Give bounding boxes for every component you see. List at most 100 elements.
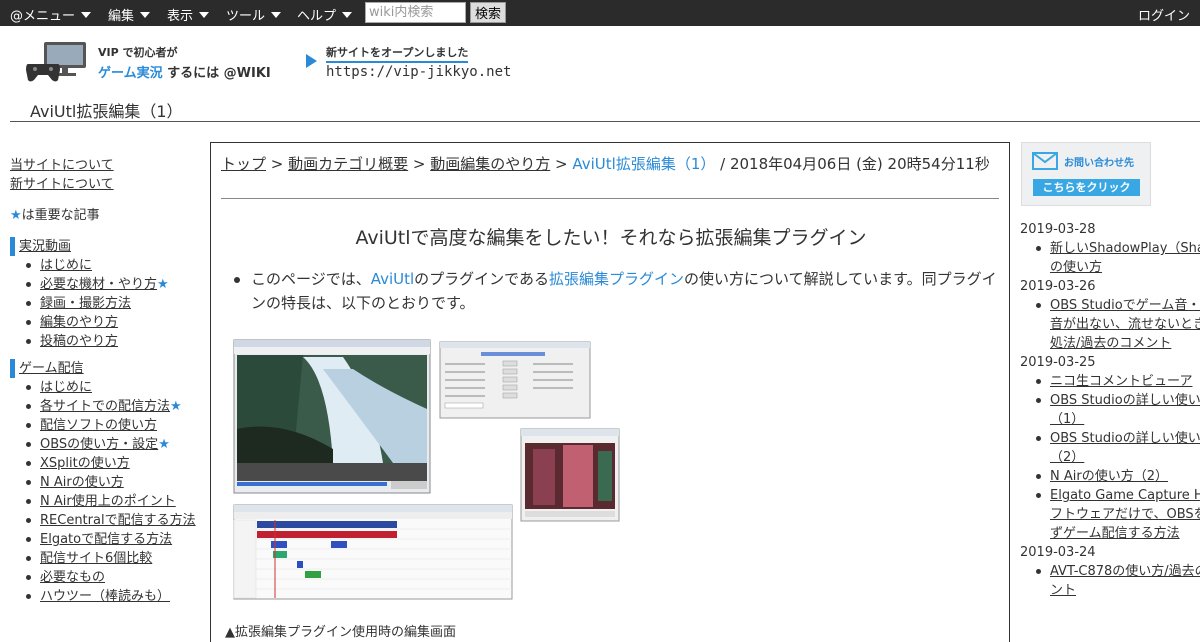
- update-item: ニコ生コメントビューア: [1034, 372, 1200, 391]
- sidebar-item: ハウツー（棒読みも）: [24, 587, 205, 606]
- new-site-url: https://vip-jikkyo.net: [326, 64, 512, 80]
- sidebar-item-link[interactable]: N Air使用上のポイント: [40, 494, 176, 509]
- plugin-link[interactable]: 拡張編集プラグイン: [549, 270, 684, 288]
- update-item: 新しいShadowPlay（Share）の使い方: [1034, 239, 1200, 277]
- edit-label: 編集: [108, 9, 135, 24]
- logo-title-highlight: ゲーム実況: [98, 66, 163, 81]
- sidebar-item-link[interactable]: 配信ソフトの使い方: [40, 418, 157, 433]
- update-link[interactable]: ニコ生コメントビューア: [1050, 374, 1192, 389]
- section-list-streaming: はじめに 各サイトでの配信方法★ 配信ソフトの使い方 OBSの使い方・設定★ XSpli…: [10, 378, 205, 606]
- sidebar-item-link[interactable]: 編集のやり方: [40, 315, 118, 330]
- update-link[interactable]: OBS Studioでゲーム音・PCの音が出ない、流せないときの対処法/過去のコ…: [1050, 298, 1200, 351]
- breadcrumb-edit[interactable]: 動画編集のやり方: [430, 155, 550, 173]
- view-dropdown[interactable]: 表示: [167, 5, 210, 24]
- update-item: OBS Studioの詳しい使い方（1）: [1034, 391, 1200, 429]
- sidebar-item: 配信ソフトの使い方: [24, 416, 205, 435]
- intro-text-2: のプラグインである: [414, 270, 550, 288]
- edit-dropdown[interactable]: 編集: [108, 5, 151, 24]
- help-dropdown[interactable]: ヘルプ: [297, 5, 353, 24]
- update-list: AVT-C878の使い方/過去のコメント: [1020, 562, 1200, 600]
- update-date: 2019-03-26: [1020, 279, 1096, 294]
- sidebar-item-link[interactable]: Elgatoで配信する方法: [40, 532, 172, 547]
- sidebar-item-link[interactable]: RECentralで配信する方法: [40, 513, 196, 528]
- logo-tagline: VIP で初心者が: [98, 46, 178, 59]
- update-list: 新しいShadowPlay（Share）の使い方: [1020, 239, 1200, 277]
- update-link[interactable]: 新しいShadowPlay（Share）の使い方: [1050, 241, 1200, 275]
- sidebar-item-link[interactable]: 必要な機材・やり方: [40, 277, 157, 292]
- header-divider: [10, 121, 1200, 122]
- update-link[interactable]: OBS Studioの詳しい使い方（2）: [1050, 431, 1200, 465]
- sidebar-item-link[interactable]: XSplitの使い方: [40, 456, 130, 471]
- page-title: AviUtl拡張編集（1）: [30, 102, 183, 121]
- sidebar-item-link[interactable]: 録画・撮影方法: [40, 296, 131, 311]
- breadcrumb-separator: >: [266, 155, 289, 173]
- star-legend-text: は重要な記事: [21, 208, 100, 223]
- updated-date: / 2018年04月06日 (金) 20時54分11秒: [715, 155, 990, 173]
- sidebar-item-link[interactable]: はじめに: [40, 258, 92, 273]
- update-date: 2019-03-24: [1020, 545, 1096, 560]
- breadcrumb-divider: [221, 198, 999, 199]
- sidebar-item: N Air使用上のポイント: [24, 492, 205, 511]
- tools-dropdown[interactable]: ツール: [226, 5, 282, 24]
- update-list: OBS Studioでゲーム音・PCの音が出ない、流せないときの対処法/過去のコ…: [1020, 296, 1200, 353]
- new-site-link[interactable]: 新サイトについて: [10, 175, 205, 194]
- sidebar-item: XSplitの使い方: [24, 454, 205, 473]
- sidebar-item-link[interactable]: OBSの使い方・設定: [40, 437, 158, 452]
- update-item: Elgato Game Capture HDソフトウェアだけで、OBSを使わずゲ…: [1034, 486, 1200, 543]
- sidebar-item-link[interactable]: 投稿のやり方: [40, 334, 118, 349]
- update-item: N Airの使い方（2）: [1034, 467, 1200, 486]
- site-logo[interactable]: VIP で初心者が ゲーム実況 するには @WIKI: [24, 40, 294, 84]
- image-caption: ▲拡張編集プラグイン使用時の編集画面: [225, 625, 456, 640]
- update-list: ニコ生コメントビューア OBS Studioの詳しい使い方（1） OBS Studi…: [1020, 372, 1200, 543]
- sidebar-item: 配信サイト6個比較: [24, 549, 205, 568]
- update-item: AVT-C878の使い方/過去のコメント: [1034, 562, 1200, 600]
- update-date: 2019-03-28: [1020, 222, 1096, 237]
- breadcrumb-separator: >: [408, 155, 431, 173]
- section-heading-streaming[interactable]: ゲーム配信: [10, 359, 205, 378]
- sidebar-item-link[interactable]: 配信サイト6個比較: [40, 551, 152, 566]
- sidebar-item-link[interactable]: 各サイトでの配信方法: [40, 399, 170, 414]
- breadcrumb: トップ > 動画カテゴリ概要 > 動画編集のやり方 > AviUtl拡張編集（1…: [221, 153, 1011, 175]
- wiki-search-input[interactable]: [365, 2, 466, 23]
- new-site-label: 新サイトをオープンしました: [326, 44, 469, 63]
- login-link[interactable]: ログイン: [1138, 5, 1190, 24]
- search-button[interactable]: 検索: [470, 2, 506, 23]
- breadcrumb-current: AviUtl拡張編集（1）: [572, 155, 716, 173]
- sidebar-item: 必要な機材・やり方★: [24, 275, 205, 294]
- about-site-link[interactable]: 当サイトについて: [10, 156, 205, 175]
- sidebar-item-link[interactable]: N Airの使い方: [40, 475, 124, 490]
- logo-title-rest: するには @WIKI: [167, 66, 271, 81]
- sidebar-item: 必要なもの: [24, 568, 205, 587]
- menu-dropdown[interactable]: @メニュー: [10, 5, 92, 24]
- recent-updates: 2019-03-28 新しいShadowPlay（Share）の使い方 2019-0…: [1020, 220, 1200, 630]
- breadcrumb-separator: >: [550, 155, 573, 173]
- sidebar-item: はじめに: [24, 256, 205, 275]
- breadcrumb-category[interactable]: 動画カテゴリ概要: [288, 155, 408, 173]
- sidebar-item-link[interactable]: 必要なもの: [40, 570, 105, 585]
- contact-banner[interactable]: お問い合わせ先 こちらをクリック: [1021, 142, 1151, 206]
- breadcrumb-top[interactable]: トップ: [221, 155, 266, 173]
- update-item: OBS Studioの詳しい使い方（2）: [1034, 429, 1200, 467]
- caret-down-icon: [342, 12, 353, 18]
- play-arrow-icon: [306, 54, 317, 68]
- star-icon: ★: [10, 208, 22, 223]
- top-menu-bar: @メニュー 編集 表示 ツール ヘルプ 検索 ログイン: [0, 0, 1200, 26]
- update-item: OBS Studioでゲーム音・PCの音が出ない、流せないときの対処法/過去のコ…: [1034, 296, 1200, 353]
- sidebar-item: OBSの使い方・設定★: [24, 435, 205, 454]
- aviutl-link[interactable]: AviUtl: [371, 270, 414, 288]
- article-headline: AviUtlで高度な編集をしたい！それなら拡張編集プラグイン: [355, 227, 867, 249]
- editor-screenshot-image: [233, 339, 620, 600]
- sidebar-item-link[interactable]: はじめに: [40, 380, 92, 395]
- update-link[interactable]: OBS Studioの詳しい使い方（1）: [1050, 393, 1200, 427]
- contact-click-button[interactable]: こちらをクリック: [1033, 179, 1140, 196]
- update-link[interactable]: N Airの使い方（2）: [1050, 469, 1168, 484]
- main-content: トップ > 動画カテゴリ概要 > 動画編集のやり方 > AviUtl拡張編集（1…: [210, 142, 1010, 642]
- important-star-icon: ★: [157, 277, 169, 292]
- sidebar-item-link[interactable]: ハウツー（棒読みも）: [40, 589, 170, 604]
- intro-text-1: このページでは、: [251, 270, 371, 288]
- left-sidebar: 当サイトについて 新サイトについて ★は重要な記事 実況動画 はじめに 必要な機材…: [10, 156, 205, 606]
- caret-down-icon: [81, 12, 92, 18]
- section-heading-video[interactable]: 実況動画: [10, 237, 205, 256]
- update-link[interactable]: Elgato Game Capture HDソフトウェアだけで、OBSを使わずゲ…: [1050, 488, 1200, 541]
- update-link[interactable]: AVT-C878の使い方/過去のコメント: [1050, 564, 1200, 598]
